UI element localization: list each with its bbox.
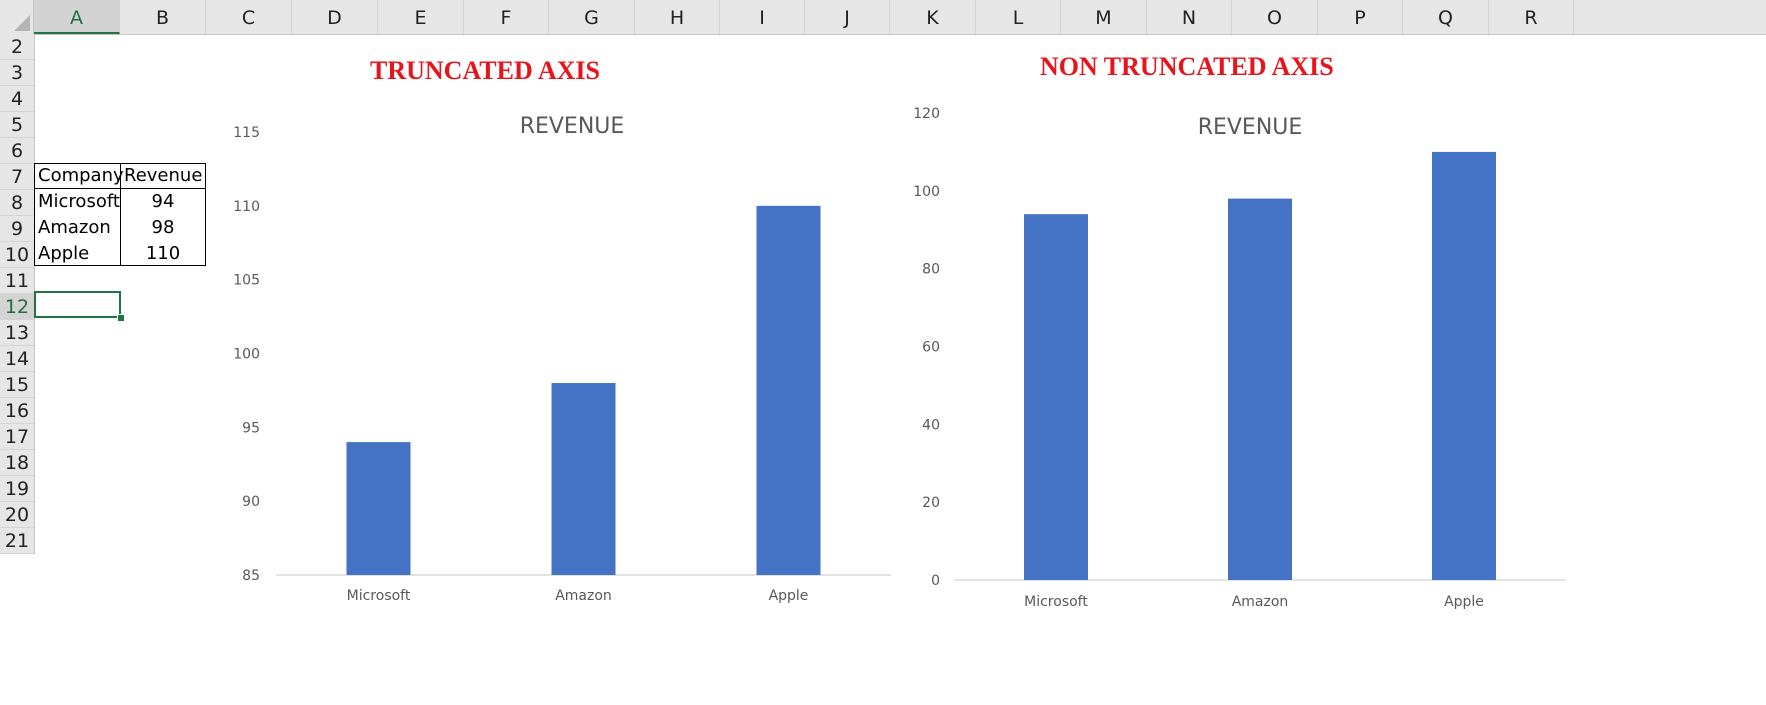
y-tick-label: 95 (242, 420, 260, 436)
bar-amazon (551, 383, 616, 575)
y-tick-label: 80 (922, 262, 940, 278)
y-tick-label: 105 (233, 273, 260, 289)
x-tick-label: Microsoft (347, 588, 411, 604)
y-tick-label: 0 (931, 573, 940, 589)
bar-microsoft (1024, 214, 1088, 580)
bar-amazon (1228, 198, 1292, 580)
bar-apple (1432, 151, 1496, 580)
y-tick-label: 90 (242, 494, 260, 510)
y-tick-label: 110 (233, 199, 260, 215)
x-tick-label: Microsoft (1024, 594, 1088, 610)
chart-title: REVENUE (520, 114, 625, 139)
x-tick-label: Amazon (1232, 594, 1289, 610)
x-tick-label: Apple (1444, 594, 1484, 610)
charts-canvas: REVENUE 85 90 95 100 105 110 115 Microsoft Amazon… (233, 106, 1566, 610)
y-tick-label: 100 (233, 347, 260, 363)
y-tick-label: 115 (233, 125, 260, 141)
x-tick-label: Amazon (555, 588, 612, 604)
y-tick-label: 40 (922, 417, 940, 433)
y-tick-label: 85 (242, 568, 260, 584)
y-tick-label: 60 (922, 340, 940, 356)
bar-apple (756, 205, 821, 576)
chart-title: REVENUE (1198, 115, 1303, 140)
bar-microsoft (346, 442, 411, 575)
y-tick-label: 120 (913, 106, 940, 122)
y-tick-label: 20 (922, 495, 940, 511)
y-tick-label: 100 (913, 184, 940, 200)
x-tick-label: Apple (769, 588, 809, 604)
